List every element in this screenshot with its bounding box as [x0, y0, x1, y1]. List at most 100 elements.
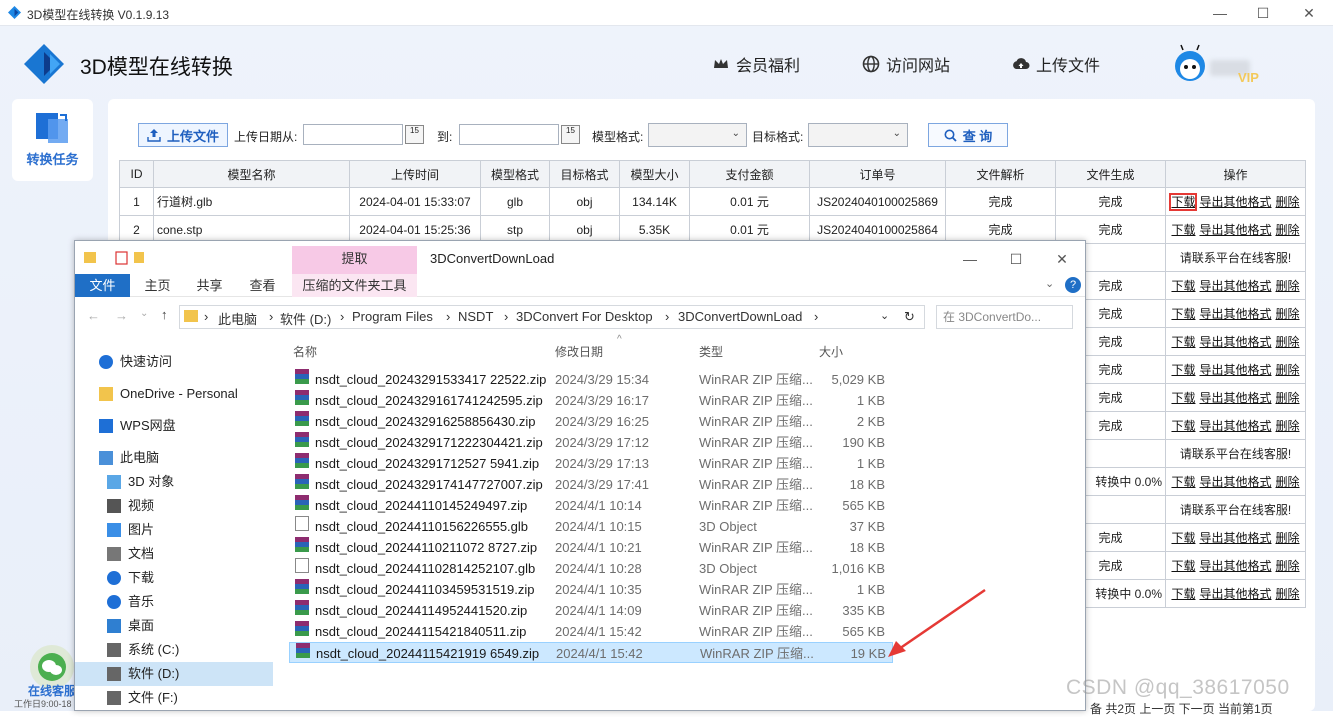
- explorer-search-input[interactable]: 在 3DConvertDo...: [936, 305, 1073, 329]
- delete-link[interactable]: 删除: [1276, 419, 1300, 433]
- export-link[interactable]: 导出其他格式: [1199, 531, 1271, 545]
- file-row[interactable]: nsdt_cloud_202441102814252107.glb 2024/4/…: [289, 558, 893, 579]
- nav-item[interactable]: 软件 (D:): [75, 662, 273, 686]
- tab-share[interactable]: 共享: [187, 274, 232, 297]
- file-row[interactable]: nsdt_cloud_20244110145249497.zip 2024/4/1…: [289, 495, 893, 516]
- export-link[interactable]: 导出其他格式: [1199, 475, 1271, 489]
- delete-link[interactable]: 删除: [1276, 195, 1300, 209]
- download-link[interactable]: 下载: [1171, 223, 1195, 237]
- calendar-to-icon[interactable]: 15: [561, 125, 580, 144]
- export-link[interactable]: 导出其他格式: [1199, 391, 1271, 405]
- delete-link[interactable]: 删除: [1276, 307, 1300, 321]
- col-header-size[interactable]: 大小: [819, 338, 843, 366]
- back-icon[interactable]: ←: [87, 308, 100, 323]
- nav-item[interactable]: 视频: [75, 494, 273, 518]
- sidebar-item-convert-tasks[interactable]: 转换任务: [12, 99, 93, 181]
- file-row[interactable]: nsdt_cloud_20244110211072 8727.zip 2024/4…: [289, 537, 893, 558]
- tab-file[interactable]: 文件: [75, 274, 130, 297]
- file-row[interactable]: nsdt_cloud_202441103459531519.zip 2024/4/…: [289, 579, 893, 600]
- maximize-button[interactable]: ☐: [1248, 3, 1278, 23]
- download-link[interactable]: 下载: [1171, 531, 1195, 545]
- download-link[interactable]: 下载: [1171, 307, 1195, 321]
- tab-extract[interactable]: 提取: [292, 246, 417, 274]
- delete-link[interactable]: 删除: [1276, 363, 1300, 377]
- breadcrumb-item[interactable]: 3DConvert For Desktop: [516, 309, 653, 324]
- col-header-date[interactable]: 修改日期: [555, 338, 603, 366]
- file-row[interactable]: nsdt_cloud_20244115421840511.zip 2024/4/1…: [289, 621, 893, 642]
- user-avatar[interactable]: [1173, 44, 1207, 84]
- file-row[interactable]: nsdt_cloud_20243291533417 22522.zip 2024/…: [289, 369, 893, 390]
- breadcrumb-item[interactable]: 此电脑: [218, 309, 257, 328]
- delete-link[interactable]: 删除: [1276, 279, 1300, 293]
- up-icon[interactable]: ↑: [161, 307, 168, 322]
- nav-item[interactable]: 快速访问: [75, 350, 273, 374]
- file-row[interactable]: nsdt_cloud_20244114952441520.zip 2024/4/1…: [289, 600, 893, 621]
- calendar-from-icon[interactable]: 15: [405, 125, 424, 144]
- export-link[interactable]: 导出其他格式: [1199, 223, 1271, 237]
- nav-item[interactable]: 3D 对象: [75, 470, 273, 494]
- nav-item[interactable]: 文件 (F:): [75, 686, 273, 710]
- address-dropdown-icon[interactable]: ⌄: [880, 309, 889, 322]
- model-format-select[interactable]: ⌄: [648, 123, 747, 147]
- delete-link[interactable]: 删除: [1276, 587, 1300, 601]
- upload-file-button[interactable]: 上传文件: [138, 123, 228, 147]
- download-link[interactable]: 下载: [1171, 279, 1195, 293]
- minimize-button[interactable]: —: [1205, 3, 1235, 23]
- recent-chevron-icon[interactable]: ⌄: [140, 308, 148, 319]
- explorer-minimize-button[interactable]: —: [955, 249, 985, 269]
- export-link[interactable]: 导出其他格式: [1199, 363, 1271, 377]
- explorer-close-button[interactable]: ✕: [1047, 249, 1077, 269]
- export-link[interactable]: 导出其他格式: [1199, 419, 1271, 433]
- nav-item[interactable]: 下载: [75, 566, 273, 590]
- export-link[interactable]: 导出其他格式: [1199, 279, 1271, 293]
- download-link[interactable]: 下载: [1171, 391, 1195, 405]
- ribbon-expand-icon[interactable]: ⌄: [1045, 277, 1054, 290]
- forward-icon[interactable]: →: [115, 308, 128, 323]
- nav-item[interactable]: 此电脑: [75, 446, 273, 470]
- tab-compressed-folder-tools[interactable]: 压缩的文件夹工具: [292, 274, 417, 297]
- file-row[interactable]: nsdt_cloud_20243291712527 5941.zip 2024/3…: [289, 453, 893, 474]
- download-link[interactable]: 下载: [1169, 193, 1198, 211]
- target-format-select[interactable]: ⌄: [808, 123, 908, 147]
- download-link[interactable]: 下载: [1171, 335, 1195, 349]
- breadcrumb-item[interactable]: 3DConvertDownLoad: [678, 309, 802, 324]
- delete-link[interactable]: 删除: [1276, 335, 1300, 349]
- nav-upload-file[interactable]: 上传文件: [1012, 52, 1100, 76]
- date-from-input[interactable]: [303, 124, 403, 145]
- nav-visit-website[interactable]: 访问网站: [862, 52, 950, 76]
- download-link[interactable]: 下载: [1171, 363, 1195, 377]
- download-link[interactable]: 下载: [1171, 559, 1195, 573]
- file-row[interactable]: nsdt_cloud_2024329161741242595.zip 2024/3…: [289, 390, 893, 411]
- nav-item[interactable]: 文档: [75, 542, 273, 566]
- breadcrumb-item[interactable]: NSDT: [458, 309, 493, 324]
- explorer-maximize-button[interactable]: ☐: [1001, 249, 1031, 269]
- nav-item[interactable]: 系统 (C:): [75, 638, 273, 662]
- export-link[interactable]: 导出其他格式: [1199, 307, 1271, 321]
- close-button[interactable]: ✕: [1294, 3, 1324, 23]
- breadcrumb-item[interactable]: Program Files: [352, 309, 433, 324]
- delete-link[interactable]: 删除: [1276, 475, 1300, 489]
- search-button[interactable]: 查 询: [928, 123, 1008, 147]
- tab-home[interactable]: 主页: [135, 274, 180, 297]
- file-row[interactable]: nsdt_cloud_20244110156226555.glb 2024/4/1…: [289, 516, 893, 537]
- file-row[interactable]: nsdt_cloud_2024329174147727007.zip 2024/3…: [289, 474, 893, 495]
- nav-item[interactable]: OneDrive - Personal: [75, 382, 273, 406]
- delete-link[interactable]: 删除: [1276, 531, 1300, 545]
- download-link[interactable]: 下载: [1171, 475, 1195, 489]
- delete-link[interactable]: 删除: [1276, 391, 1300, 405]
- nav-item[interactable]: 桌面: [75, 614, 273, 638]
- export-link[interactable]: 导出其他格式: [1199, 559, 1271, 573]
- file-row[interactable]: nsdt_cloud_2024329171222304421.zip 2024/3…: [289, 432, 893, 453]
- export-link[interactable]: 导出其他格式: [1199, 335, 1271, 349]
- download-link[interactable]: 下载: [1171, 419, 1195, 433]
- nav-member-benefits[interactable]: 会员福利: [712, 52, 800, 76]
- date-to-input[interactable]: [459, 124, 559, 145]
- file-row[interactable]: nsdt_cloud_202432916258856430.zip 2024/3/…: [289, 411, 893, 432]
- delete-link[interactable]: 删除: [1276, 223, 1300, 237]
- col-header-type[interactable]: 类型: [699, 338, 723, 366]
- help-icon[interactable]: ?: [1065, 277, 1081, 293]
- tab-view[interactable]: 查看: [240, 274, 285, 297]
- address-bar[interactable]: › 此电脑 › 软件 (D:) › Program Files › NSDT ›…: [179, 305, 925, 329]
- nav-item[interactable]: WPS网盘: [75, 414, 273, 438]
- breadcrumb-item[interactable]: 软件 (D:): [280, 309, 331, 328]
